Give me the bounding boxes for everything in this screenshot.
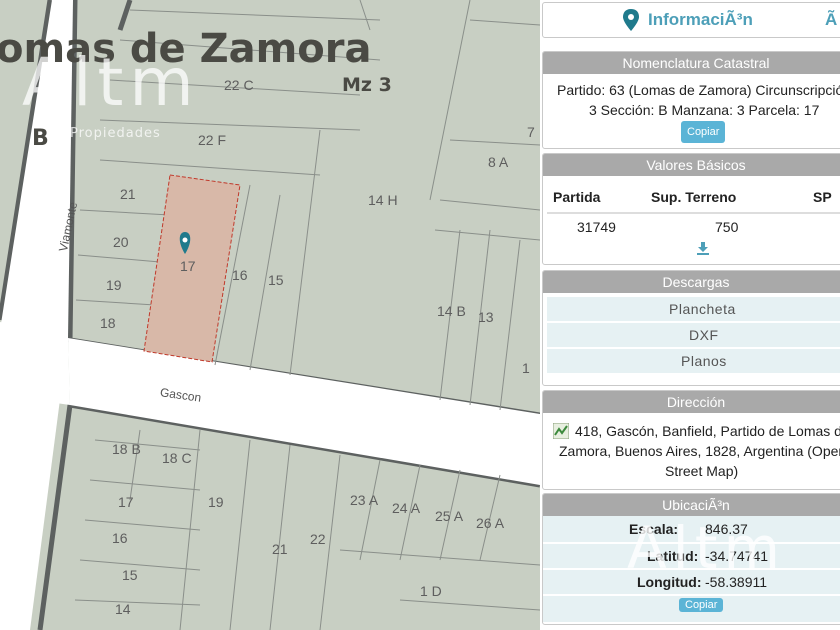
ubicacion-header: UbicaciÃ³n <box>543 494 840 516</box>
lot-label: 14 B <box>437 303 466 319</box>
lot-label: 25 A <box>435 508 464 524</box>
lot-label: 14 <box>115 601 131 617</box>
lot-label: 19 <box>106 277 122 293</box>
lot-label: 20 <box>113 234 129 250</box>
direccion-line1: 418, Gascón, Banfield, Partido de Lomas … <box>575 423 840 439</box>
cadastral-map[interactable]: omas de Zamora Mz 3 B Altm Propiedades V… <box>0 0 540 630</box>
lot-label: 24 A <box>392 500 421 516</box>
lot-label: 17 <box>180 258 196 274</box>
lot-label: 18 B <box>112 441 141 457</box>
lot-label: 19 <box>208 494 224 510</box>
valores-section: Valores Básicos Partida Sup. Terreno SP … <box>542 153 840 265</box>
lot-label: 26 A <box>476 515 505 531</box>
column-header-sp: SP <box>813 189 832 205</box>
descargas-section: Descargas Plancheta DXF Planos <box>542 270 840 386</box>
lot-label: 1 D <box>420 583 442 599</box>
lot-label: 15 <box>122 567 138 583</box>
lot-label: 13 <box>478 309 494 325</box>
lot-label: 21 <box>120 186 136 202</box>
download-dxf-link[interactable]: DXF <box>547 323 840 349</box>
panel-title-trailing: Ã <box>825 10 838 29</box>
download-icon[interactable] <box>696 241 710 255</box>
watermark-brand: Altm <box>22 44 200 121</box>
copy-ubicacion-button[interactable]: Copiar <box>679 598 724 612</box>
nomenclatura-line2: 3 Sección: B Manzana: 3 Parcela: 17 <box>589 102 820 118</box>
lot-label: 22 C <box>224 77 254 93</box>
watermark-subtitle: Propiedades <box>70 126 161 141</box>
column-header-partida: Partida <box>553 189 601 205</box>
copy-nomenclatura-button[interactable]: Copiar <box>681 121 726 143</box>
lot-label: 22 <box>310 531 326 547</box>
section-letter: B <box>32 126 49 151</box>
nomenclatura-section: Nomenclatura Catastral Partido: 63 (Loma… <box>542 51 840 149</box>
descargas-header: Descargas <box>543 271 840 293</box>
info-panel: InformaciÃ³n Ã Nomenclatura Catastral Pa… <box>540 0 840 630</box>
nomenclatura-line1: Partido: 63 (Lomas de Zamora) Circunscri… <box>557 82 840 98</box>
download-plancheta-link[interactable]: Plancheta <box>547 297 840 323</box>
lot-label: 18 <box>100 315 116 331</box>
map-marker-icon <box>623 9 639 31</box>
lot-label: 17 <box>118 494 134 510</box>
column-header-sup-terreno: Sup. Terreno <box>651 189 737 205</box>
lot-label: 8 A <box>488 154 509 170</box>
lot-label: 16 <box>112 530 128 546</box>
lot-label: 7 <box>527 124 535 140</box>
direccion-header: Dirección <box>543 391 840 413</box>
panel-title: InformaciÃ³n <box>648 10 753 29</box>
table-divider <box>547 212 840 214</box>
lot-label: 15 <box>268 272 284 288</box>
lot-label: 16 <box>232 267 248 283</box>
street-gascon <box>68 338 540 485</box>
lot-label: 1 <box>522 360 530 376</box>
panel-title-bar: InformaciÃ³n Ã <box>542 2 840 38</box>
cell-partida: 31749 <box>577 219 616 235</box>
panel-watermark: Altm <box>627 514 787 582</box>
nomenclatura-header: Nomenclatura Catastral <box>543 52 840 74</box>
lot-label: 18 C <box>162 450 192 466</box>
lot-label: 14 H <box>368 192 398 208</box>
map-icon <box>552 422 570 440</box>
direccion-line2: Zamora, Buenos Aires, 1828, Argentina (O… <box>559 443 840 459</box>
lot-label: 21 <box>272 541 288 557</box>
direccion-line3: Street Map) <box>665 463 739 479</box>
ubicacion-section: UbicaciÃ³n Escala: 846.37 Latitud: -34.7… <box>542 493 840 625</box>
download-planos-link[interactable]: Planos <box>547 349 840 375</box>
valores-header: Valores Básicos <box>543 154 840 176</box>
lot-label: 22 F <box>198 132 227 148</box>
block-label: Mz 3 <box>342 74 392 96</box>
direccion-section: Dirección 418, Gascón, Banfield, Partido… <box>542 390 840 490</box>
lot-label: 23 A <box>350 492 379 508</box>
cell-sup-terreno: 750 <box>715 219 739 235</box>
